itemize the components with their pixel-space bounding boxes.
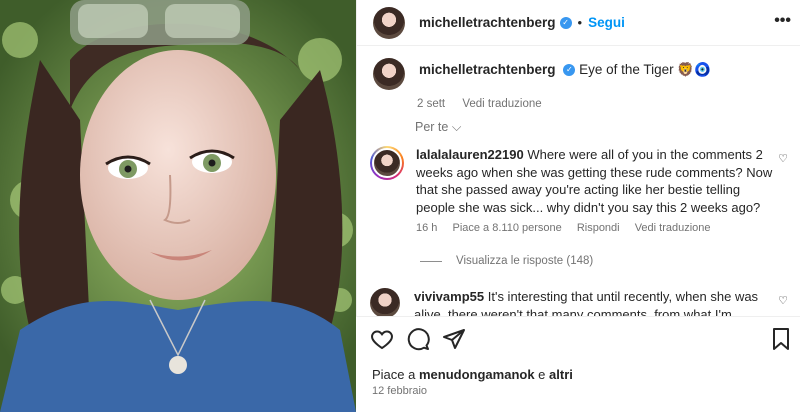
follow-button[interactable]: Segui <box>588 15 625 30</box>
comment-username[interactable]: vivivamp55 <box>414 289 484 304</box>
commenter-avatar[interactable] <box>370 288 400 316</box>
comment-username[interactable]: lalalalauren22190 <box>416 147 524 162</box>
post-date[interactable]: 12 febbraio <box>372 385 427 397</box>
post-actions-bar: Piace a menudongamanok e altri 12 febbra… <box>356 316 800 412</box>
view-replies-label: Visualizza le risposte (148) <box>456 255 594 267</box>
caption-time[interactable]: 2 sett <box>417 98 445 110</box>
view-replies-button[interactable]: Visualizza le risposte (148) <box>420 255 593 267</box>
comment-sort-dropdown[interactable]: Per te ⌵ <box>415 120 461 135</box>
share-paper-plane-icon[interactable] <box>442 327 466 351</box>
post-header: michelletrachtenberg ✓ • Segui ••• <box>357 0 800 46</box>
likes-others-link[interactable]: altri <box>549 367 573 382</box>
save-bookmark-icon[interactable] <box>770 327 792 351</box>
reply-button[interactable]: Rispondi <box>577 222 620 234</box>
like-heart-icon[interactable] <box>370 327 394 351</box>
post-caption: michelletrachtenberg ✓ Eye of the Tiger … <box>373 58 793 110</box>
likes-join: e <box>534 367 550 382</box>
selfie-image <box>0 0 356 412</box>
commenter-avatar <box>372 148 402 178</box>
comment-likes[interactable]: Piace a 8.110 persone <box>452 222 561 234</box>
like-comment-heart-icon[interactable]: ♡ <box>778 294 788 307</box>
author-avatar[interactable] <box>373 6 405 39</box>
likes-user-link[interactable]: menudongamanok <box>419 367 535 382</box>
verified-badge-icon: ✓ <box>563 64 576 77</box>
separator-dot: • <box>577 15 583 30</box>
replies-divider <box>420 260 442 262</box>
caption-text: Eye of the Tiger 🦁🧿 <box>579 62 711 77</box>
story-ring[interactable] <box>370 146 404 180</box>
comment-item: lalalalauren22190 Where were all of you … <box>370 146 790 234</box>
author-username[interactable]: michelletrachtenberg <box>419 15 556 30</box>
more-options-icon[interactable]: ••• <box>774 12 791 30</box>
likes-prefix: Piace a <box>372 367 419 382</box>
caption-avatar[interactable] <box>373 58 405 90</box>
verified-badge-icon: ✓ <box>559 16 572 29</box>
caption-username[interactable]: michelletrachtenberg <box>419 62 556 77</box>
comment-translate-link[interactable]: Vedi traduzione <box>635 222 711 234</box>
like-comment-heart-icon[interactable]: ♡ <box>778 152 788 165</box>
comment-time[interactable]: 16 h <box>416 222 437 234</box>
post-photo[interactable] <box>0 0 356 412</box>
caption-translate-link[interactable]: Vedi traduzione <box>462 98 541 110</box>
comment-item: vivivamp55 It's interesting that until r… <box>370 288 790 316</box>
comment-bubble-icon[interactable] <box>406 327 430 351</box>
likes-summary: Piace a menudongamanok e altri <box>372 367 573 382</box>
